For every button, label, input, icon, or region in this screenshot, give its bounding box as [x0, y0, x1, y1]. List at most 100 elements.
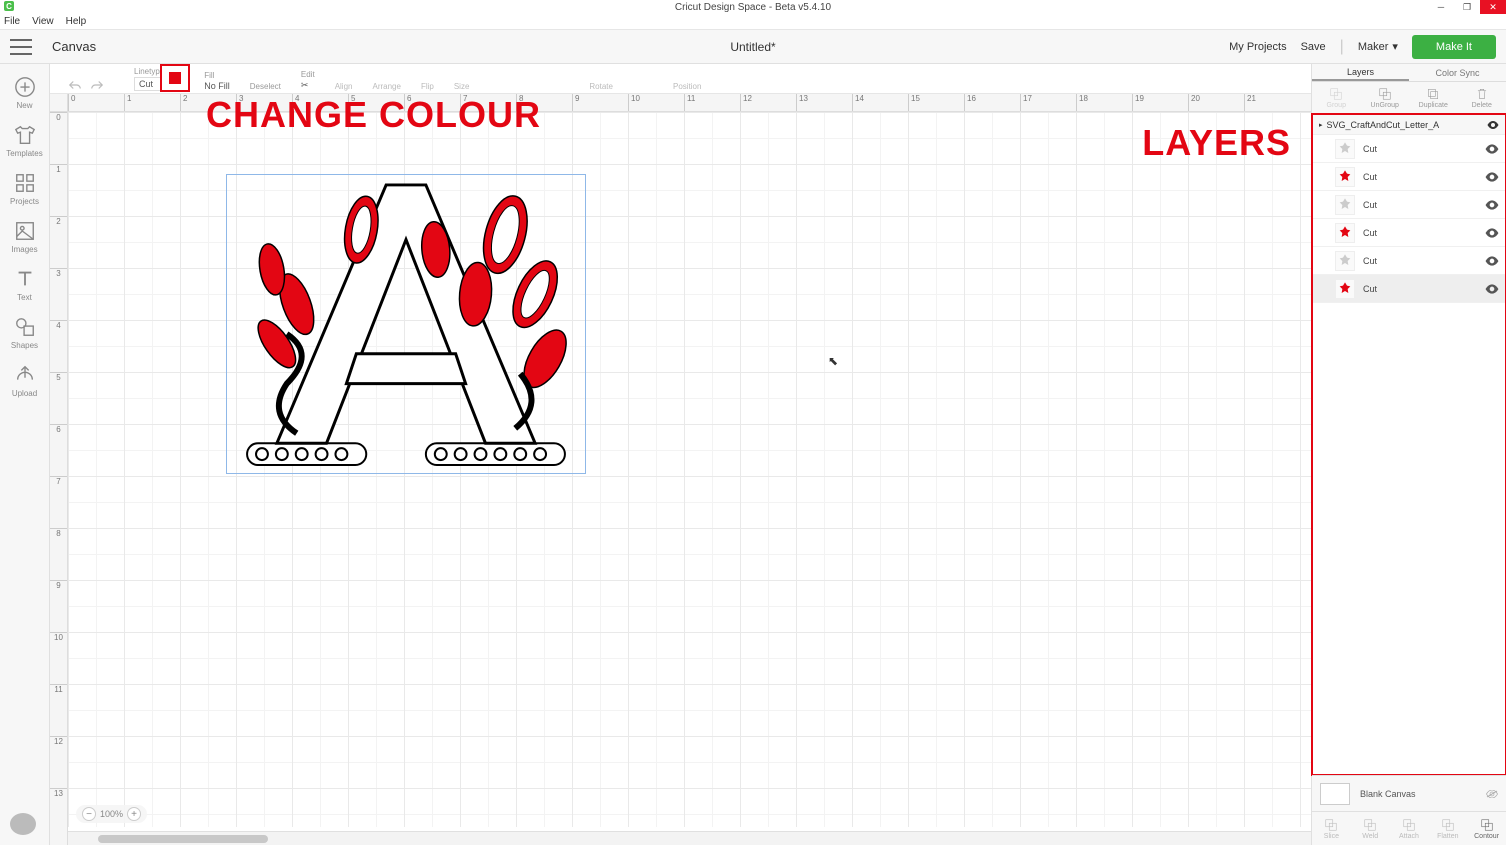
visibility-off-icon[interactable]	[1486, 790, 1498, 798]
bottom-action-contour[interactable]: Contour	[1469, 818, 1505, 840]
layer-thumbnail	[1335, 139, 1355, 159]
tool-projects[interactable]: Projects	[1, 168, 49, 210]
document-title[interactable]: Untitled*	[730, 40, 775, 54]
ruler-tick: 16	[964, 94, 1020, 111]
position-label: Position	[673, 82, 701, 91]
window-title: Cricut Design Space - Beta v5.4.10	[675, 2, 831, 13]
layer-action-delete[interactable]: Delete	[1459, 87, 1505, 109]
tool-label: Templates	[6, 149, 42, 158]
tab-layers[interactable]: Layers	[1312, 64, 1409, 81]
hamburger-menu-icon[interactable]	[10, 39, 32, 55]
flip-label[interactable]: Flip	[421, 82, 434, 91]
visibility-eye-icon[interactable]	[1485, 144, 1499, 154]
chat-bubble-icon[interactable]	[10, 813, 36, 835]
layer-row[interactable]: Cut	[1313, 163, 1505, 191]
grid-icon	[14, 172, 36, 194]
ruler-tick: 4	[50, 320, 67, 372]
delete-icon	[1475, 87, 1489, 101]
machine-select[interactable]: Maker ▾	[1358, 40, 1398, 53]
layer-action-ungroup[interactable]: UnGroup	[1362, 87, 1408, 109]
minimize-button[interactable]: ─	[1428, 0, 1454, 14]
layer-thumbnail	[1335, 195, 1355, 215]
deselect-label[interactable]: Deselect	[250, 82, 281, 91]
layer-row[interactable]: Cut	[1313, 275, 1505, 303]
bottom-action-weld: Weld	[1352, 818, 1388, 840]
make-it-button[interactable]: Make It	[1412, 35, 1496, 59]
layer-thumbnail	[1335, 223, 1355, 243]
save-button[interactable]: Save	[1301, 41, 1326, 53]
canvas-label: Canvas	[52, 39, 96, 54]
layer-group-name: SVG_CraftAndCut_Letter_A	[1327, 120, 1440, 130]
ungroup-icon	[1378, 87, 1392, 101]
tool-label: Projects	[10, 197, 39, 206]
redo-icon[interactable]	[90, 79, 104, 91]
tool-images[interactable]: Images	[1, 216, 49, 258]
zoom-control: − 100% +	[76, 805, 147, 823]
app-header: Canvas Untitled* My Projects Save | Make…	[0, 30, 1506, 64]
arrange-label[interactable]: Arrange	[372, 82, 400, 91]
close-button[interactable]: ✕	[1480, 0, 1506, 14]
undo-icon[interactable]	[68, 79, 82, 91]
layer-label: Cut	[1363, 256, 1377, 266]
my-projects-link[interactable]: My Projects	[1229, 41, 1286, 53]
ruler-tick: 1	[124, 94, 180, 111]
os-menubar: File View Help	[0, 14, 1506, 30]
ruler-tick: 20	[1188, 94, 1244, 111]
layer-action-duplicate[interactable]: Duplicate	[1410, 87, 1456, 109]
canvas[interactable]: 0123456789101112131415161718192021 01234…	[50, 94, 1311, 845]
ruler-vertical: 012345678910111213	[50, 112, 68, 845]
layer-row[interactable]: Cut	[1313, 191, 1505, 219]
chevron-down-icon: ▾	[1392, 40, 1398, 53]
bottom-action-slice: Slice	[1313, 818, 1349, 840]
tool-new[interactable]: New	[1, 72, 49, 114]
tool-text[interactable]: Text	[1, 264, 49, 306]
tool-upload[interactable]: Upload	[1, 360, 49, 402]
align-label[interactable]: Align	[335, 82, 353, 91]
shirt-icon	[14, 124, 36, 146]
ruler-tick: 8	[50, 528, 67, 580]
menu-help[interactable]: Help	[66, 16, 87, 27]
collapse-icon[interactable]: ▸	[1319, 121, 1323, 129]
edit-label[interactable]: Edit	[301, 70, 315, 79]
ruler-tick: 13	[796, 94, 852, 111]
visibility-eye-icon[interactable]	[1485, 284, 1499, 294]
layer-thumbnail	[1335, 251, 1355, 271]
color-swatch[interactable]	[160, 64, 190, 92]
menu-file[interactable]: File	[4, 16, 20, 27]
attach-icon	[1402, 818, 1416, 832]
layer-row[interactable]: Cut	[1313, 135, 1505, 163]
ruler-tick: 11	[50, 684, 67, 736]
ruler-tick: 17	[1020, 94, 1076, 111]
maximize-button[interactable]: ❐	[1454, 0, 1480, 14]
layer-group-header[interactable]: ▸ SVG_CraftAndCut_Letter_A	[1313, 115, 1505, 135]
fill-value[interactable]: No Fill	[204, 81, 230, 91]
layers-list: ▸ SVG_CraftAndCut_Letter_A CutCutCutCutC…	[1311, 113, 1506, 776]
layer-row[interactable]: Cut	[1313, 219, 1505, 247]
visibility-eye-icon[interactable]	[1485, 256, 1499, 266]
duplicate-icon	[1426, 87, 1440, 101]
annotation-change-colour: CHANGE COLOUR	[206, 94, 541, 136]
ruler-tick: 11	[684, 94, 740, 111]
blank-canvas-swatch[interactable]	[1320, 783, 1350, 805]
visibility-eye-icon[interactable]	[1485, 228, 1499, 238]
horizontal-scrollbar[interactable]	[68, 831, 1311, 845]
menu-view[interactable]: View	[32, 16, 54, 27]
ruler-tick: 15	[908, 94, 964, 111]
ruler-tick: 12	[50, 736, 67, 788]
visibility-eye-icon[interactable]	[1485, 172, 1499, 182]
layer-row[interactable]: Cut	[1313, 247, 1505, 275]
tool-shapes[interactable]: Shapes	[1, 312, 49, 354]
upload-icon	[14, 364, 36, 386]
layer-label: Cut	[1363, 228, 1377, 238]
zoom-out-button[interactable]: −	[82, 807, 96, 821]
visibility-eye-icon[interactable]	[1485, 200, 1499, 210]
ruler-tick: 0	[50, 112, 67, 164]
layer-thumbnail	[1335, 279, 1355, 299]
visibility-eye-icon[interactable]	[1487, 121, 1499, 129]
cut-icon[interactable]: ✂	[301, 80, 315, 91]
selected-artwork[interactable]	[226, 174, 586, 474]
tool-label: Text	[17, 293, 32, 302]
zoom-in-button[interactable]: +	[127, 807, 141, 821]
tool-templates[interactable]: Templates	[1, 120, 49, 162]
tab-color-sync[interactable]: Color Sync	[1409, 64, 1506, 81]
